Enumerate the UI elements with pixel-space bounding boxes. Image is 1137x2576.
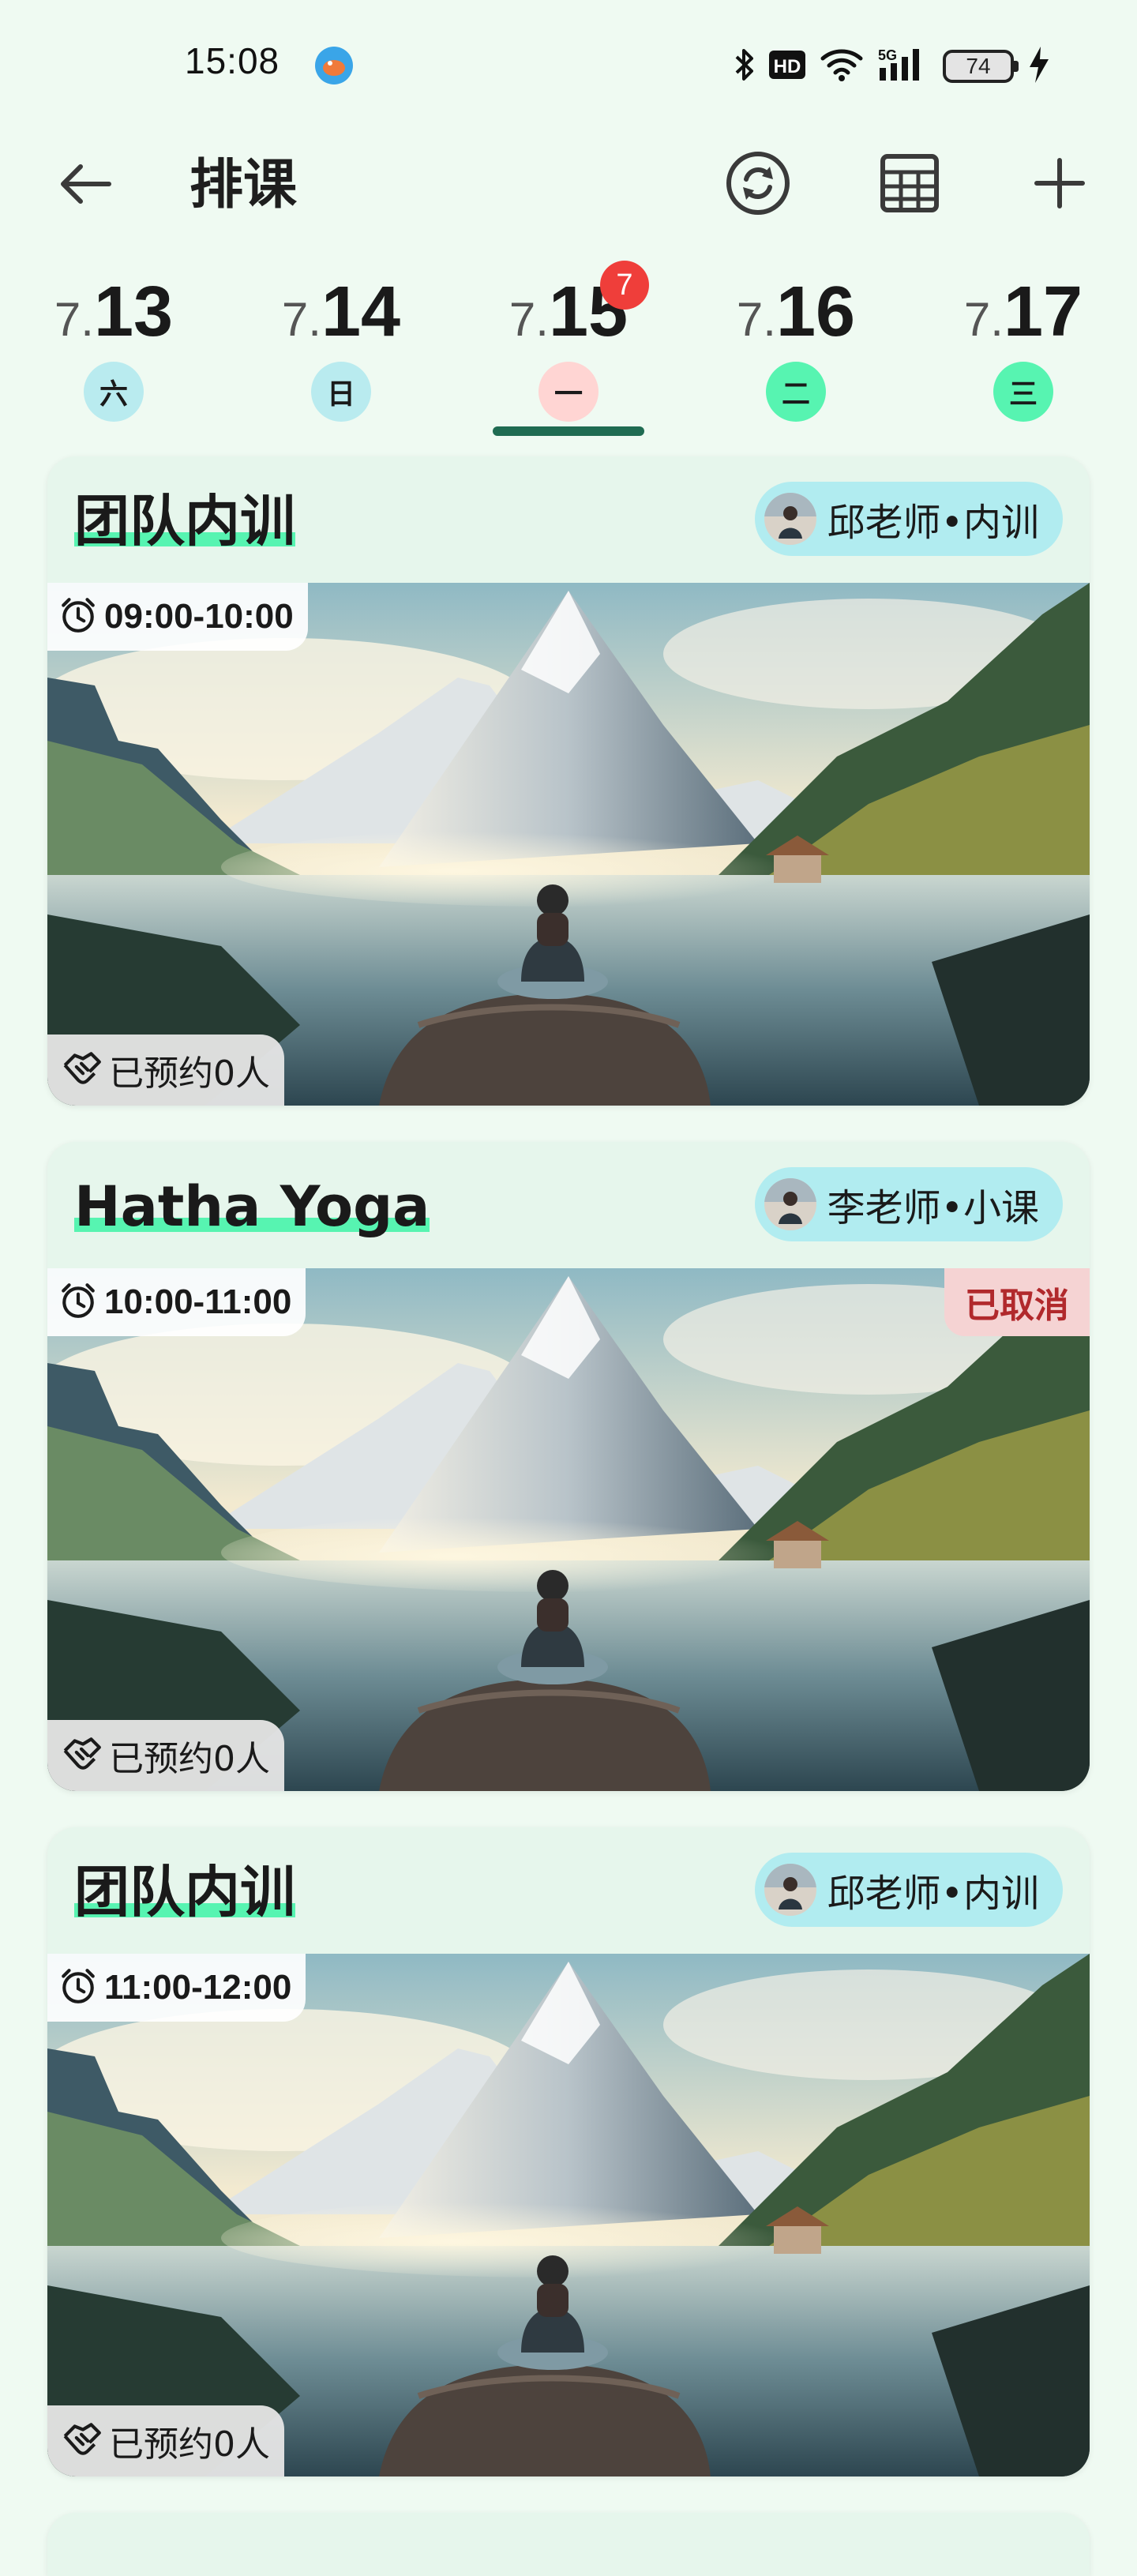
weekday-label: 六 <box>84 362 144 422</box>
date-tab-14[interactable]: 7.14 日 <box>262 261 420 442</box>
weekday-label: 二 <box>766 362 826 422</box>
weekday-label: 日 <box>311 362 371 422</box>
svg-text:5G: 5G <box>878 47 897 63</box>
date-day: 13 <box>93 272 174 351</box>
course-title: 团队内训 <box>74 489 295 554</box>
handshake-icon <box>60 1047 103 1093</box>
hd-icon: HD <box>769 49 805 84</box>
back-arrow-icon <box>57 162 112 209</box>
battery-icon: 74 <box>943 50 1019 83</box>
course-title: Hatha Yoga <box>74 1174 430 1239</box>
course-time: 11:00-12:00 <box>104 1968 292 2007</box>
teacher-name: 邱老师•内训 <box>827 1872 1039 1916</box>
alarm-clock-icon <box>58 595 98 638</box>
date-month: 7. <box>963 293 1004 346</box>
course-time: 10:00-11:00 <box>104 1282 292 1321</box>
teacher-avatar <box>764 1178 816 1230</box>
status-bar: 15:08 HD 5G 74 <box>0 0 1137 134</box>
course-cover-image <box>47 1268 1090 1791</box>
course-time: 09:00-10:00 <box>104 597 294 636</box>
battery-level: 74 <box>966 54 991 78</box>
course-title-wrap: 团队内训 <box>74 1861 295 1924</box>
weekday-label: 一 <box>538 362 599 422</box>
charging-icon <box>1028 47 1050 86</box>
header: 排课 <box>0 134 1137 229</box>
calendar-view-button[interactable] <box>869 144 951 226</box>
teacher-name: 李老师•小课 <box>827 1186 1039 1230</box>
teacher-name: 邱老师•内训 <box>827 501 1039 545</box>
sync-icon <box>724 149 792 220</box>
teacher-pill[interactable]: 邱老师•内训 <box>754 482 1063 556</box>
back-button[interactable] <box>49 150 120 221</box>
status-icons: HD 5G 74 <box>734 43 1050 90</box>
calendar-grid-icon <box>878 152 941 218</box>
course-card-partial[interactable] <box>47 2513 1090 2576</box>
date-tabs: 7.13 六 7.14 日 7.15 一 7 7.16 二 7.17 三 <box>0 261 1137 442</box>
handshake-icon <box>60 1733 103 1778</box>
course-time-chip: 11:00-12:00 <box>47 1954 306 2022</box>
alarm-clock-icon <box>58 1281 98 1324</box>
date-month: 7. <box>281 293 321 346</box>
teacher-avatar <box>764 1864 816 1916</box>
course-card[interactable]: 团队内训 邱老师•内训 09:00-10:00 已预约0人 <box>47 456 1090 1106</box>
date-day: 17 <box>1003 272 1083 351</box>
status-time: 15:08 <box>185 40 280 81</box>
date-tab-13[interactable]: 7.13 六 <box>35 261 193 442</box>
date-month: 7. <box>508 293 549 346</box>
page-title: 排课 <box>190 154 298 216</box>
teacher-avatar <box>764 493 816 545</box>
date-month: 7. <box>54 293 94 346</box>
course-card[interactable]: Hatha Yoga 李老师•小课 10:00-11:00 已取消 已预约0人 <box>47 1142 1090 1791</box>
course-title-wrap: Hatha Yoga <box>74 1175 430 1238</box>
teacher-pill[interactable]: 李老师•小课 <box>754 1167 1063 1241</box>
cancelled-badge: 已取消 <box>944 1268 1090 1336</box>
wifi-icon <box>820 47 864 85</box>
add-icon <box>1032 156 1087 214</box>
course-title: 团队内训 <box>74 1860 295 1924</box>
booking-count-chip: 已预约0人 <box>47 1035 284 1106</box>
booking-count-chip: 已预约0人 <box>47 1720 284 1791</box>
date-month: 7. <box>736 293 776 346</box>
handshake-icon <box>60 2418 103 2464</box>
add-course-button[interactable] <box>1019 144 1101 226</box>
selected-tab-indicator <box>493 426 644 436</box>
booking-count: 已预约0人 <box>109 1739 270 1779</box>
date-day: 14 <box>321 272 401 351</box>
booking-count: 已预约0人 <box>109 1053 270 1094</box>
date-tab-15[interactable]: 7.15 一 7 <box>490 261 649 442</box>
5g-signal-icon: 5G <box>878 47 929 85</box>
date-tab-17[interactable]: 7.17 三 <box>944 261 1102 442</box>
alarm-clock-icon <box>58 1966 98 2009</box>
course-title-wrap: 团队内训 <box>74 490 295 553</box>
weekday-label: 三 <box>993 362 1053 422</box>
teacher-pill[interactable]: 邱老师•内训 <box>754 1853 1063 1927</box>
course-cover-image <box>47 1954 1090 2476</box>
course-time-chip: 09:00-10:00 <box>47 583 308 651</box>
booking-count: 已预约0人 <box>109 2424 270 2465</box>
date-tab-16[interactable]: 7.16 二 <box>717 261 875 442</box>
svg-text:HD: HD <box>774 56 801 77</box>
course-time-chip: 10:00-11:00 <box>47 1268 306 1336</box>
date-day: 16 <box>775 272 856 351</box>
course-card[interactable]: 团队内训 邱老师•内训 11:00-12:00 已预约0人 <box>47 1827 1090 2476</box>
notification-app-icon <box>314 46 354 85</box>
bluetooth-icon <box>734 47 755 85</box>
course-cover-image <box>47 583 1090 1106</box>
sync-button[interactable] <box>717 144 799 226</box>
course-count-badge: 7 <box>600 261 649 310</box>
booking-count-chip: 已预约0人 <box>47 2405 284 2476</box>
cancelled-label: 已取消 <box>965 1286 1069 1326</box>
